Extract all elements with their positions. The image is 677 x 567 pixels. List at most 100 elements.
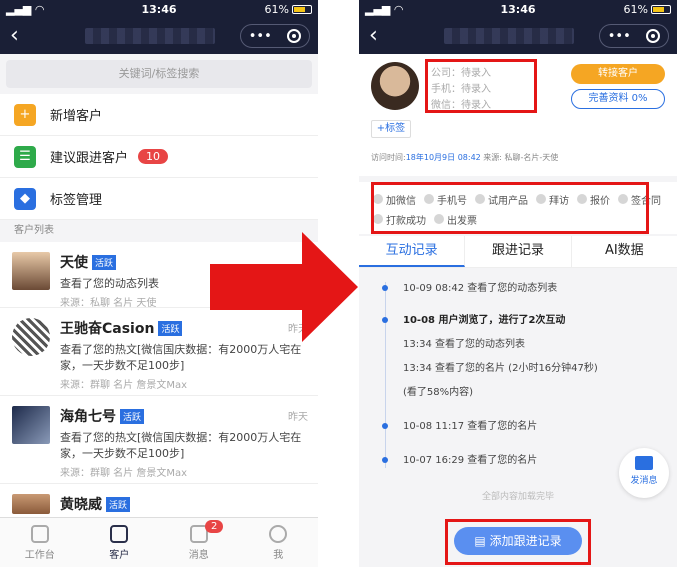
timeline-dot-icon [382, 285, 388, 291]
timeline-entry: 10-09 08:42 查看了您的动态列表 [382, 282, 677, 296]
complete-profile-button[interactable]: 完善资料 0% [571, 89, 665, 109]
timeline-line [385, 282, 386, 468]
active-badge: 活跃 [92, 254, 117, 270]
tab-follow-up-record[interactable]: 跟进记录 [465, 236, 572, 267]
menu-tag-management[interactable]: ◆ 标签管理 [0, 178, 318, 220]
menu-list: + 新增客户 ☰ 建议跟进客户 10 ◆ 标签管理 [0, 94, 318, 220]
customer-name: 天使 [60, 255, 88, 271]
battery-percent: 61% [264, 3, 289, 16]
avatar [12, 252, 50, 290]
bottom-tab-bar: 工作台 客户 消息 2 我 [0, 517, 318, 567]
more-icon[interactable]: ••• [608, 29, 631, 44]
battery-icon [651, 5, 671, 14]
menu-label: 标签管理 [50, 193, 103, 208]
list-item[interactable]: 海角七号 活跃 查看了您的热文[微信国庆数据：有2000万人宅在家，一天步数不足1… [0, 396, 318, 484]
visit-info: 访问时间:18年10月9日 08:42 来源: 私聊-名片-天使 [371, 152, 558, 163]
customer-name: 王驰奋Casion [60, 321, 155, 337]
add-tag-button[interactable]: +标签 [371, 120, 411, 138]
customer-name: 黄晓威 [60, 497, 102, 513]
menu-add-customer[interactable]: + 新增客户 [0, 94, 318, 136]
timeline-text: 10-08 用户浏览了，进行了2次互动 [403, 315, 566, 326]
tab-interaction-record[interactable]: 互动记录 [359, 236, 466, 267]
timeline-dot-icon [382, 457, 388, 463]
record-tabs: 互动记录 跟进记录 AI数据 [359, 236, 677, 268]
customer-detail-screen: ▂▄▆ ◠ 13:46 61% ‹ ••• 公司：待录入 手机：待录入 微信：待… [359, 0, 677, 567]
customer-activity: 查看了您的热文[微信国庆数据：有2000万人宅在家，一天步数不足100步] [60, 431, 302, 460]
tab-customer[interactable]: 客户 [80, 518, 160, 567]
battery-status: 61% [624, 3, 671, 16]
highlight-box [425, 59, 537, 113]
highlight-box [445, 519, 591, 565]
add-record-area: ▤ 添加跟进记录 [359, 513, 677, 567]
customer-activity: 查看了您的热文[微信国庆数据：有2000万人宅在家，一天步数不足100步] [60, 343, 302, 372]
timeline-entry: (看了58%内容) [403, 386, 677, 400]
mini-program-capsule[interactable]: ••• [599, 24, 669, 48]
close-target-icon[interactable] [287, 29, 302, 43]
battery-icon [292, 5, 312, 14]
close-target-icon[interactable] [646, 29, 661, 43]
profile-icon [269, 524, 288, 543]
visit-time: 18年10月9日 08:42 [405, 153, 481, 162]
visit-label: 访问时间: [371, 153, 406, 162]
interaction-timeline: 10-09 08:42 查看了您的动态列表 10-08 用户浏览了，进行了2次互… [359, 268, 677, 508]
battery-percent: 61% [623, 3, 648, 16]
add-user-icon: + [14, 103, 36, 126]
tab-message[interactable]: 消息 2 [159, 518, 239, 567]
visit-source: 来源: 私聊-名片-天使 [483, 153, 559, 162]
timeline-entry: 13:34 查看了您的名片 (2小时16分钟47秒) [403, 362, 677, 376]
mini-program-capsule[interactable]: ••• [240, 24, 310, 48]
blurred-title [444, 28, 574, 44]
nav-bar: ‹ ••• [0, 18, 318, 54]
more-icon[interactable]: ••• [249, 29, 272, 44]
timeline-text: 10-08 11:17 查看了您的名片 [403, 421, 538, 432]
tag-icon: ◆ [14, 187, 36, 210]
tab-workbench[interactable]: 工作台 [0, 518, 80, 567]
active-badge: 活跃 [106, 496, 131, 512]
menu-suggested-follow-up[interactable]: ☰ 建议跟进客户 10 [0, 136, 318, 178]
back-icon[interactable]: ‹ [369, 23, 378, 48]
timeline-text: (看了58%内容) [403, 387, 474, 398]
timeline-dot-icon [382, 423, 388, 429]
tab-label: 消息 [188, 549, 209, 561]
timeline-text: 13:34 查看了您的名片 (2小时16分钟47秒) [403, 363, 598, 374]
message-count-badge: 2 [205, 520, 224, 533]
customer-icon [110, 524, 129, 543]
tab-label: 客户 [109, 549, 130, 561]
timeline-text: 13:34 查看了您的动态列表 [403, 339, 525, 350]
timeline-dot-icon [382, 317, 388, 323]
blurred-title [85, 28, 215, 44]
battery-status: 61% [265, 3, 312, 16]
tab-label: 我 [273, 549, 284, 561]
workbench-icon [30, 524, 49, 543]
send-message-label: 发消息 [630, 476, 658, 486]
timeline-entry: 10-08 11:17 查看了您的名片 [382, 420, 677, 434]
avatar [12, 318, 50, 356]
back-icon[interactable]: ‹ [10, 23, 19, 48]
status-bar: ▂▄▆ ◠ 13:46 61% [0, 0, 318, 18]
timeline-text: 10-09 08:42 查看了您的动态列表 [403, 283, 558, 294]
transition-arrow-icon [210, 232, 358, 342]
customer-source: 来源：群聊 名片 詹景文Max [60, 468, 188, 479]
timeline-entry: 10-08 用户浏览了，进行了2次互动 [382, 314, 677, 328]
timeline-entry: 13:34 查看了您的动态列表 [403, 338, 677, 352]
tab-me[interactable]: 我 [239, 518, 319, 567]
timeline-text: 10-07 16:29 查看了您的名片 [403, 455, 538, 466]
tab-label: 工作台 [24, 549, 55, 561]
search-input[interactable]: 关键词/标签搜索 [6, 60, 312, 88]
follow-up-count-badge: 10 [138, 149, 169, 164]
customer-name: 海角七号 [60, 409, 116, 425]
avatar [12, 494, 50, 514]
status-bar: ▂▄▆ ◠ 13:46 61% [359, 0, 677, 18]
highlight-box [371, 182, 649, 234]
all-loaded-text: 全部内容加载完毕 [481, 492, 554, 502]
active-badge: 活跃 [120, 408, 145, 424]
follow-up-icon: ☰ [14, 145, 36, 168]
menu-label: 建议跟进客户 [50, 151, 129, 166]
customer-source: 来源：群聊 名片 詹景文Max [60, 380, 188, 391]
transfer-customer-button[interactable]: 转接客户 [571, 64, 665, 84]
tab-ai-data[interactable]: AI数据 [572, 236, 677, 267]
nav-bar: ‹ ••• [359, 18, 677, 54]
customer-profile-card: 公司：待录入 手机：待录入 微信：待录入 转接客户 完善资料 0% +标签 访问… [359, 54, 677, 176]
stage-chip-list: 加微信 手机号 试用产品 拜访 报价 签合同 打款成功 出发票 [359, 182, 677, 234]
avatar [12, 406, 50, 444]
